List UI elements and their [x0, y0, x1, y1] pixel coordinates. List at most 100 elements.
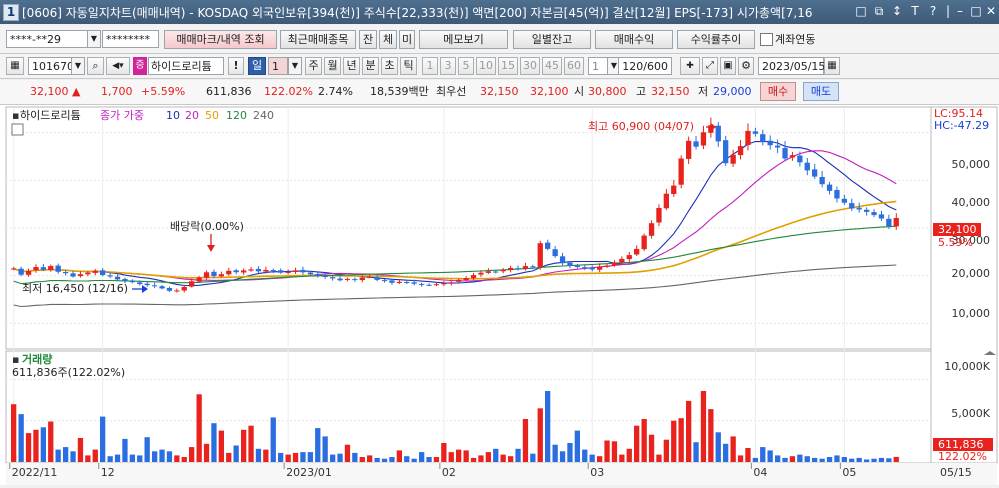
candle-body	[152, 285, 158, 287]
volume-bar	[671, 420, 677, 462]
account-number-field[interactable]: ****-**29	[6, 30, 88, 48]
stock-code-dropdown-icon[interactable]: ▼	[71, 57, 85, 75]
zoom-tool-icon[interactable]: ⤢	[702, 57, 718, 75]
candle-body	[522, 266, 529, 269]
volume-bar	[152, 451, 158, 462]
resize-icon[interactable]: ↕	[889, 3, 905, 19]
price-tick-10000: 10,000	[952, 307, 991, 320]
stock-toolbar: ▦ 101670 ▼ ⌕ ◀▾ 증 하이드로리튬 ! 일 1 ▼ 주 월 년 분…	[0, 54, 999, 79]
period-year-button[interactable]: 년	[343, 57, 360, 75]
period-day-button[interactable]: 일	[248, 57, 266, 75]
chart-menu-icon[interactable]: ▦	[6, 57, 24, 75]
unexecuted-tab-button[interactable]: 미	[399, 30, 415, 49]
minimize-icon[interactable]: –	[952, 3, 968, 19]
memo-view-button[interactable]: 메모보기	[419, 30, 508, 49]
date-end-label: 05/15	[940, 466, 972, 479]
candle-body	[493, 271, 499, 273]
interval-60-button[interactable]: 60	[564, 57, 584, 75]
interval-10-button[interactable]: 10	[476, 57, 496, 75]
account-dropdown-icon[interactable]: ▼	[87, 30, 101, 48]
recent-trades-button[interactable]: 최근매매종목	[280, 30, 356, 49]
volume-bar	[337, 453, 343, 462]
volume-bar	[189, 447, 195, 462]
screen-number-badge[interactable]: 1	[3, 4, 19, 21]
volume-pct-tag: 122.02%	[938, 450, 987, 463]
interval-30-button[interactable]: 30	[520, 57, 540, 75]
date-tick: 2022/11	[12, 466, 58, 479]
chart-window: 1 [0606] 자동일지차트(매매내역) - KOSDAQ 외국인보유[394…	[0, 0, 999, 485]
stock-name-field[interactable]: 하이드로리튬	[148, 57, 224, 75]
interval-15-button[interactable]: 15	[498, 57, 518, 75]
chart-panel[interactable]: 50,000 40,000 30,000 20,000 10,000 LC:95…	[0, 105, 999, 485]
best-ask-price: 32,150	[480, 85, 519, 98]
close-icon[interactable]: ✕	[983, 3, 999, 19]
trade-profit-button[interactable]: 매매수익	[595, 30, 673, 49]
password-field[interactable]: ********	[102, 30, 159, 48]
volume-menu-dot-icon[interactable]: ▪	[12, 353, 19, 366]
period-second-button[interactable]: 초	[381, 57, 398, 75]
font-size-icon[interactable]: T	[907, 3, 923, 19]
candle-body	[63, 272, 69, 274]
candle-body	[404, 282, 410, 283]
volume-bar	[611, 441, 618, 462]
candle-body	[834, 190, 840, 199]
search-icon[interactable]: ⌕	[87, 57, 104, 75]
period-tick-button[interactable]: 틱	[400, 57, 417, 75]
sell-button[interactable]: 매도	[803, 82, 839, 101]
buy-button[interactable]: 매수	[760, 82, 796, 101]
volume-bar	[552, 444, 558, 462]
price-panel-frame	[5, 106, 932, 350]
copy-window-icon[interactable]: ⧉	[871, 3, 887, 19]
help-icon[interactable]: ?	[925, 3, 941, 19]
volume-bar	[871, 458, 877, 462]
save-icon[interactable]: ▣	[720, 57, 736, 75]
stock-code-field[interactable]: 101670	[28, 57, 74, 75]
gear-icon[interactable]: ⚙	[738, 57, 754, 75]
calendar-icon[interactable]: ▦	[824, 57, 840, 75]
chart-menu-dot-icon[interactable]: ▪	[12, 109, 19, 122]
volume-bar	[634, 425, 640, 462]
interval-value-field[interactable]: 1	[588, 57, 608, 75]
candle-body	[159, 286, 165, 289]
volume-bar	[508, 456, 514, 462]
volume-bar	[745, 448, 751, 462]
table-toggle-icon[interactable]	[11, 123, 24, 136]
crosshair-icon[interactable]: ✚	[680, 57, 700, 75]
interval-1-button[interactable]: 1	[422, 57, 438, 75]
date-tick: 05	[842, 466, 856, 479]
volume-bar	[322, 436, 328, 462]
date-field[interactable]: 2023/05/15	[758, 57, 825, 75]
period-count-dropdown-icon[interactable]: ▼	[288, 57, 302, 75]
maximize-icon[interactable]: □	[968, 3, 984, 19]
volume-title: 거래량	[22, 352, 52, 366]
period-minute-button[interactable]: 분	[362, 57, 379, 75]
candle-body	[381, 280, 388, 282]
candle-body	[574, 265, 580, 267]
volume-bar	[708, 409, 714, 462]
candle-body	[619, 258, 625, 263]
interval-45-button[interactable]: 45	[542, 57, 562, 75]
warning-icon[interactable]: !	[228, 57, 244, 75]
trade-mark-query-button[interactable]: 매매마크/내역 조회	[164, 30, 277, 49]
interval-3-button[interactable]: 3	[440, 57, 456, 75]
data-count-field[interactable]: 120/600	[618, 57, 672, 75]
volume-bar	[537, 408, 543, 462]
return-trend-button[interactable]: 수익률추이	[677, 30, 755, 49]
candle-body	[693, 141, 699, 147]
daily-balance-button[interactable]: 일별잔고	[513, 30, 591, 49]
account-link-checkbox[interactable]	[760, 33, 773, 46]
executed-tab-button[interactable]: 체	[379, 30, 397, 49]
volume-bar	[656, 454, 662, 462]
period-week-button[interactable]: 주	[305, 57, 322, 75]
balance-tab-button[interactable]: 잔	[359, 30, 377, 49]
speaker-icon[interactable]: ◀▾	[106, 57, 130, 75]
interval-5-button[interactable]: 5	[458, 57, 474, 75]
candle-body	[433, 284, 440, 286]
period-count-field[interactable]: 1	[268, 57, 288, 75]
link-icon[interactable]: □	[853, 3, 869, 19]
candle-body	[515, 268, 521, 270]
period-month-button[interactable]: 월	[324, 57, 341, 75]
chart-canvas[interactable]: 50,000 40,000 30,000 20,000 10,000 LC:95…	[0, 105, 999, 485]
candle-body	[819, 177, 825, 185]
volume-bar	[270, 417, 276, 462]
